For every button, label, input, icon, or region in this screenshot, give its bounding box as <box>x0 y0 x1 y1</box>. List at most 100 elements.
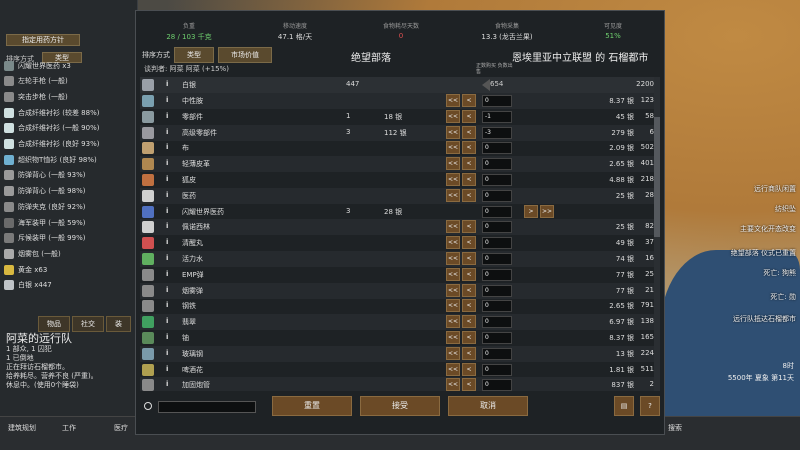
take-one-button[interactable]: < <box>462 236 476 250</box>
info-icon[interactable]: i <box>166 143 168 151</box>
alert-item[interactable]: 死亡: 狗熊 <box>763 268 796 278</box>
take-all-button[interactable]: << <box>446 157 460 171</box>
quantity-input[interactable]: 0 <box>482 158 512 171</box>
quantity-input[interactable]: 0 <box>482 95 512 107</box>
alert-item[interactable]: 远行商队闲置 <box>754 184 796 194</box>
take-one-button[interactable]: < <box>462 315 476 329</box>
quantity-input[interactable]: 0 <box>482 189 512 202</box>
quantity-input[interactable]: 0 <box>482 347 512 360</box>
take-one-button[interactable]: < <box>462 362 476 376</box>
inventory-item[interactable]: 烟雾包 (一般) <box>4 246 134 261</box>
take-all-button[interactable]: << <box>446 378 460 391</box>
take-all-button[interactable]: << <box>446 346 460 360</box>
take-one-button[interactable]: < <box>462 94 476 107</box>
info-icon[interactable]: i <box>166 301 168 309</box>
alert-item[interactable]: 绝望部落 仪式已重置 <box>731 248 796 258</box>
take-all-button[interactable]: << <box>446 283 460 297</box>
inventory-item[interactable]: 超织物T恤衫 (良好 98%) <box>4 152 134 167</box>
quantity-input[interactable]: 0 <box>482 363 512 376</box>
take-one-button[interactable]: < <box>462 267 476 281</box>
take-one-button[interactable]: < <box>462 252 476 265</box>
info-icon[interactable]: i <box>166 191 168 199</box>
info-icon[interactable]: i <box>166 286 168 294</box>
tab-work[interactable]: 工作 <box>62 423 76 433</box>
take-all-button[interactable]: << <box>446 188 460 202</box>
quantity-input[interactable]: 0 <box>482 284 512 297</box>
take-all-button[interactable]: << <box>446 299 460 313</box>
info-icon[interactable]: i <box>166 380 168 388</box>
take-one-button[interactable]: < <box>462 378 476 391</box>
take-one-button[interactable]: < <box>462 173 476 186</box>
inventory-item[interactable]: 合成纤维衬衫 (一般 90%) <box>4 121 134 136</box>
tab-gear[interactable]: 装 <box>106 316 131 332</box>
alert-item[interactable]: 主要文化开态改变 <box>740 224 796 234</box>
info-icon[interactable]: i <box>166 112 168 120</box>
inventory-item[interactable]: 合成纤维衬衫 (较差 88%) <box>4 105 134 120</box>
take-one-button[interactable]: < <box>462 188 476 202</box>
info-icon[interactable]: i <box>166 222 168 230</box>
info-icon[interactable]: i <box>166 365 168 373</box>
take-all-button[interactable]: << <box>446 267 460 281</box>
alert-item[interactable]: 远行队抵达石榴都市 <box>733 314 796 324</box>
quantity-input[interactable]: -1 <box>482 110 512 123</box>
inventory-item[interactable]: 防弹背心 (一般 93%) <box>4 168 134 183</box>
inventory-item[interactable]: 防弹夹克 (良好 92%) <box>4 199 134 214</box>
take-one-button[interactable]: < <box>462 299 476 313</box>
gift-icon[interactable]: ▤ <box>614 396 634 416</box>
info-icon[interactable]: i <box>166 128 168 136</box>
take-all-button[interactable]: << <box>446 315 460 329</box>
help-icon[interactable]: ? <box>640 396 660 416</box>
cancel-button[interactable]: 取消 <box>448 396 528 416</box>
info-icon[interactable]: i <box>166 159 168 167</box>
inventory-item[interactable]: 海军装甲 (一般 59%) <box>4 215 134 230</box>
tab-items[interactable]: 物品 <box>38 316 70 332</box>
quantity-input[interactable]: 0 <box>482 221 512 234</box>
quantity-input[interactable]: 0 <box>482 253 512 265</box>
take-all-button[interactable]: << <box>446 141 460 155</box>
take-all-button[interactable]: << <box>446 125 460 139</box>
quantity-input[interactable]: 0 <box>482 268 512 281</box>
quantity-input[interactable]: 0 <box>482 205 512 218</box>
inventory-item[interactable]: 黄金 x63 <box>4 262 134 277</box>
reset-button[interactable]: 重置 <box>272 396 352 416</box>
info-icon[interactable]: i <box>166 270 168 278</box>
sort-secondary-button[interactable]: 市场价值 <box>218 47 272 63</box>
take-all-button[interactable]: << <box>446 362 460 376</box>
info-icon[interactable]: i <box>166 238 168 246</box>
quantity-input[interactable]: 0 <box>482 174 512 186</box>
quantity-input[interactable]: 0 <box>482 332 512 344</box>
give-one-button[interactable]: > <box>524 204 538 218</box>
take-one-button[interactable]: < <box>462 141 476 155</box>
inventory-item[interactable]: 闪耀世界医药 x3 <box>4 58 134 73</box>
take-one-button[interactable]: < <box>462 283 476 297</box>
info-icon[interactable]: i <box>166 80 168 88</box>
inventory-item[interactable]: 斥候装甲 (一般 99%) <box>4 231 134 246</box>
info-icon[interactable]: i <box>166 349 168 357</box>
quantity-input[interactable]: -3 <box>482 126 512 139</box>
inventory-item[interactable]: 突击步枪 (一般) <box>4 89 134 104</box>
take-one-button[interactable]: < <box>462 109 476 123</box>
scroll-thumb[interactable] <box>654 117 660 237</box>
tab-social[interactable]: 社交 <box>72 316 104 332</box>
quantity-input[interactable]: 0 <box>482 142 512 155</box>
inventory-item[interactable]: 白银 x447 <box>4 278 134 293</box>
inventory-item[interactable]: 防弹背心 (一般 98%) <box>4 184 134 199</box>
give-all-button[interactable]: >> <box>540 204 554 218</box>
info-icon[interactable]: i <box>166 96 168 104</box>
take-all-button[interactable]: << <box>446 94 460 107</box>
tab-architect[interactable]: 建筑规划 <box>8 423 36 433</box>
take-all-button[interactable]: << <box>446 252 460 265</box>
quantity-input[interactable]: 0 <box>482 316 512 329</box>
take-one-button[interactable]: < <box>462 125 476 139</box>
take-all-button[interactable]: << <box>446 109 460 123</box>
scrollbar[interactable] <box>654 77 660 391</box>
inventory-item[interactable]: 合成纤维衬衫 (良好 93%) <box>4 137 134 152</box>
take-one-button[interactable]: < <box>462 331 476 344</box>
info-icon[interactable]: i <box>166 333 168 341</box>
alert-item[interactable]: 死亡: 勋 <box>770 292 796 302</box>
take-one-button[interactable]: < <box>462 157 476 171</box>
accept-button[interactable]: 接受 <box>360 396 440 416</box>
quantity-input[interactable]: 0 <box>482 300 512 313</box>
take-one-button[interactable]: < <box>462 220 476 234</box>
inventory-item[interactable]: 左轮手枪 (一般) <box>4 74 134 89</box>
